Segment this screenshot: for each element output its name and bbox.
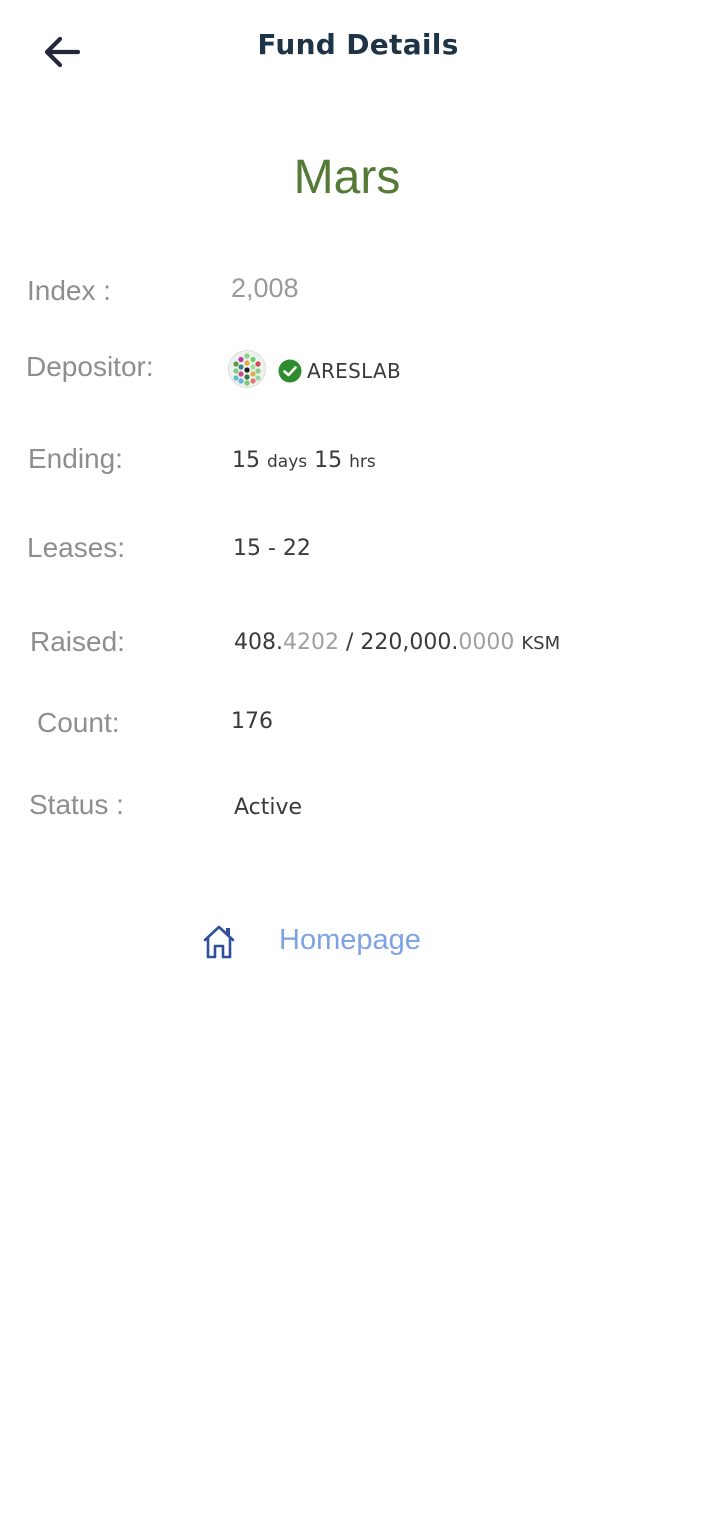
- raised-unit: KSM: [521, 633, 561, 654]
- depositor-name[interactable]: ARESLAB: [307, 359, 401, 383]
- page-title: Fund Details: [257, 28, 459, 61]
- raised-amount-integer: 408.: [234, 630, 283, 655]
- header: Fund Details: [0, 0, 716, 100]
- raised-value: 408.4202 / 220,000.0000 KSM: [234, 630, 560, 655]
- ending-value: 15 days 15 hrs: [232, 448, 376, 473]
- ending-label: Ending:: [28, 443, 123, 474]
- ending-days-number: 15: [232, 448, 260, 473]
- leases-label: Leases:: [27, 532, 126, 563]
- cap-amount-decimal: 0000: [458, 630, 515, 655]
- cap-amount-integer: 220,000.: [360, 630, 459, 655]
- index-value: 2,008: [231, 273, 299, 303]
- ending-hrs-number: 15: [314, 448, 343, 473]
- ending-hrs-unit: hrs: [349, 452, 376, 472]
- status-label: Status :: [29, 789, 124, 820]
- homepage-link[interactable]: Homepage: [200, 918, 460, 968]
- raised-separator: /: [338, 630, 361, 655]
- identicon-avatar[interactable]: [228, 350, 266, 388]
- raised-label: Raised:: [30, 626, 125, 657]
- index-label: Index :: [27, 275, 112, 306]
- home-icon: [203, 925, 235, 959]
- count-value: 176: [231, 709, 273, 734]
- raised-amount-decimal: 4202: [282, 630, 339, 655]
- homepage-label[interactable]: Homepage: [279, 924, 421, 957]
- verified-check-icon: [278, 359, 302, 383]
- fund-name: Mars: [293, 151, 401, 204]
- status-value: Active: [234, 795, 303, 820]
- leases-value: 15 - 22: [233, 536, 311, 561]
- ending-days-unit: days: [267, 452, 308, 472]
- count-label: Count:: [37, 707, 120, 738]
- depositor-label: Depositor:: [26, 351, 154, 382]
